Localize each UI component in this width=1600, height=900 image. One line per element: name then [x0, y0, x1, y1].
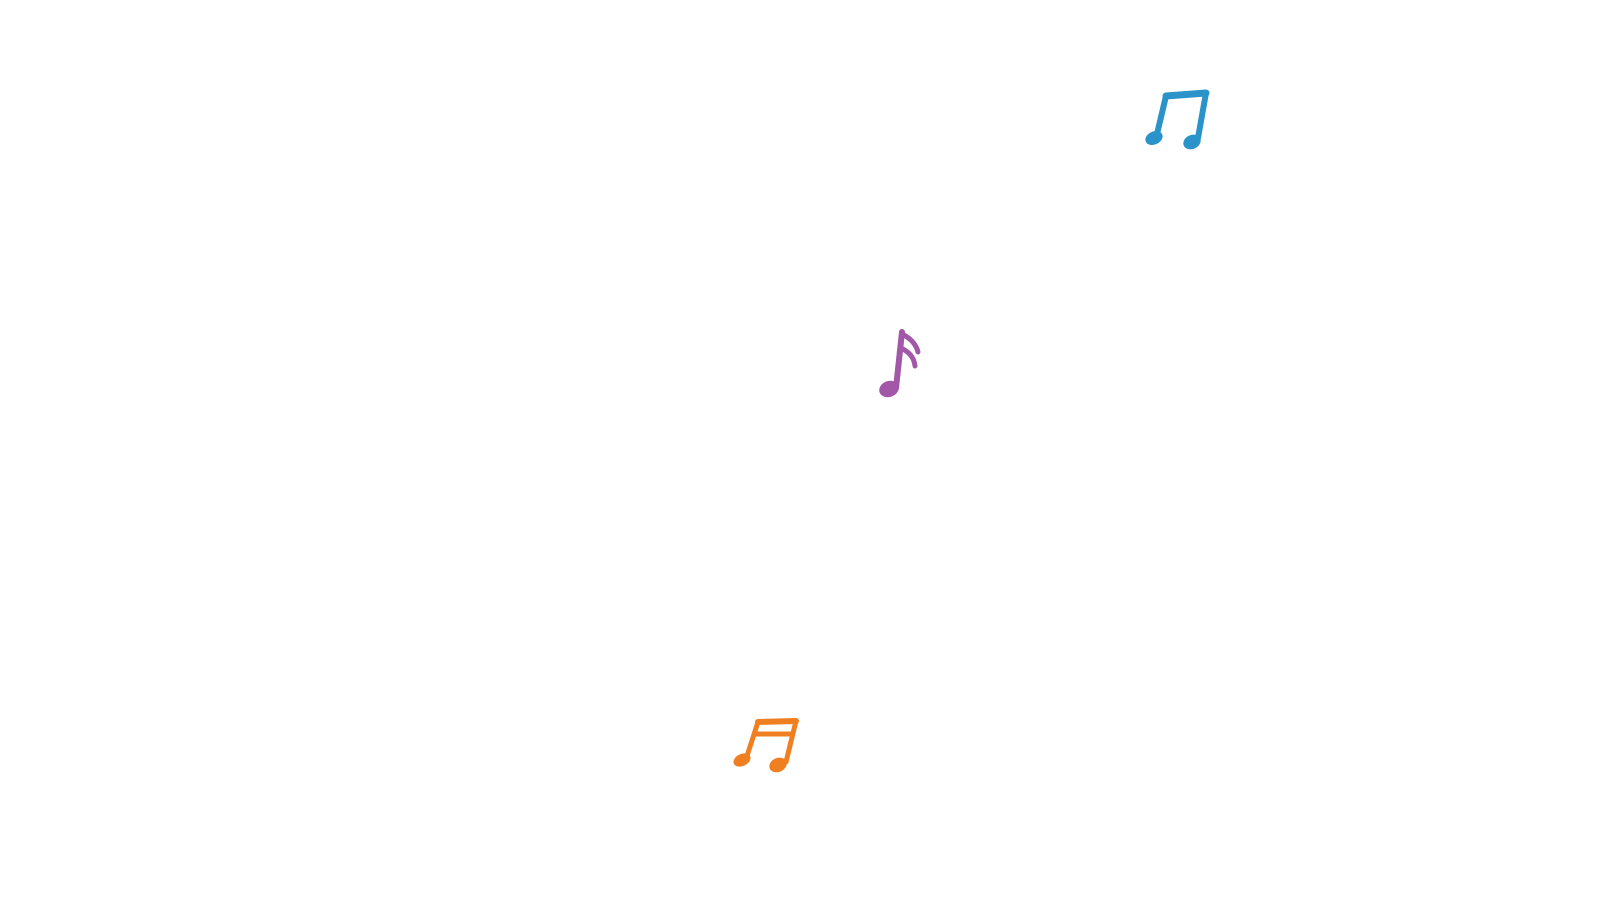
music-notes-canvas: [0, 0, 1600, 900]
beamed-eighth-notes-icon-shape: [1154, 89, 1210, 141]
beamed-sixteenth-notes-icon: [726, 710, 808, 784]
beamed-eighth-notes-icon: [1138, 82, 1220, 160]
sixteenth-note-icon: [866, 322, 936, 408]
